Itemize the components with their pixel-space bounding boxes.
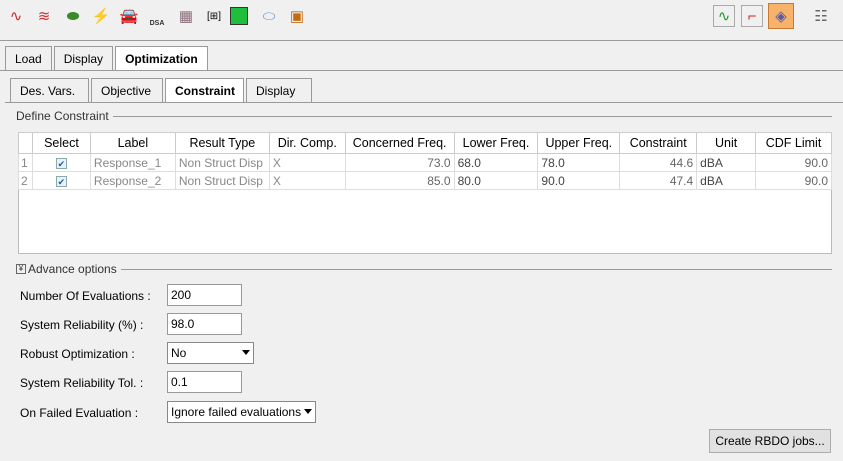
row-number: 1	[18, 153, 33, 172]
lower-freq-cell[interactable]: 68.0	[453, 153, 539, 172]
select-cell[interactable]: ✔	[31, 153, 91, 172]
chevron-down-icon	[242, 350, 250, 355]
select-checkbox[interactable]: ✔	[55, 175, 67, 187]
main-tabs: Load Display Optimization	[5, 46, 210, 70]
header-concerned-freq[interactable]: Concerned Freq.	[344, 132, 455, 154]
tab-load[interactable]: Load	[5, 46, 52, 70]
database-icon[interactable]: ☷	[810, 5, 832, 27]
select-cell[interactable]: ✔	[31, 171, 91, 190]
failed-evaluation-select[interactable]: Ignore failed evaluations	[167, 401, 316, 423]
advance-options-toggle[interactable]: ¥ Advance options	[16, 262, 121, 276]
system-reliability-label: System Reliability (%) :	[20, 318, 144, 332]
header-lower-freq[interactable]: Lower Freq.	[453, 132, 539, 154]
select-checkbox[interactable]: ✔	[55, 157, 67, 169]
advance-line	[18, 269, 832, 270]
tab-des-vars[interactable]: Des. Vars.	[10, 78, 89, 102]
peak-icon[interactable]: ≋	[33, 5, 55, 27]
cube-split-icon[interactable]: ▣	[286, 5, 308, 27]
constraint-cell[interactable]: 44.6	[619, 153, 698, 172]
constraint-table: Select Label Result Type Dir. Comp. Conc…	[18, 132, 832, 190]
header-select[interactable]: Select	[31, 132, 91, 154]
panel-icon[interactable]: ▦	[175, 5, 197, 27]
dir-comp-cell[interactable]: X	[268, 153, 346, 172]
robust-optimization-value: No	[171, 346, 187, 360]
header-constraint[interactable]: Constraint	[619, 132, 698, 154]
tabs-divider	[0, 70, 843, 71]
header-upper-freq[interactable]: Upper Freq.	[537, 132, 621, 154]
dsa-label: DSA	[149, 20, 165, 27]
result-type-cell[interactable]: Non Struct Disp	[174, 171, 270, 190]
tab-optimization[interactable]: Optimization	[115, 46, 208, 70]
result-type-cell[interactable]: Non Struct Disp	[174, 153, 270, 172]
tab-sub-display[interactable]: Display	[246, 78, 312, 102]
curve-icon[interactable]: ∿	[5, 5, 27, 27]
header-unit[interactable]: Unit	[696, 132, 757, 154]
num-evaluations-label: Number Of Evaluations :	[20, 289, 151, 303]
failed-evaluation-label: On Failed Evaluation :	[20, 406, 139, 420]
car-loads-icon[interactable]: 🚘	[118, 5, 140, 27]
green-plot-icon[interactable]	[230, 7, 248, 25]
concerned-freq-cell[interactable]: 85.0	[344, 171, 455, 190]
header-cdf-limit[interactable]: CDF Limit	[755, 132, 832, 154]
wave-plot-icon[interactable]: ∿	[713, 5, 735, 27]
matrix-icon[interactable]: [⊞]	[203, 5, 225, 27]
subtabs-divider	[5, 102, 843, 103]
failed-evaluation-value: Ignore failed evaluations	[171, 405, 302, 419]
tab-objective[interactable]: Objective	[91, 78, 163, 102]
row-number: 2	[18, 171, 33, 190]
row-number-header	[18, 132, 33, 154]
create-rbdo-jobs-button[interactable]: Create RBDO jobs...	[709, 429, 831, 453]
robust-optimization-select[interactable]: No	[167, 342, 254, 364]
table-row[interactable]: 1 ✔ Response_1 Non Struct Disp X 73.0 68…	[18, 153, 832, 172]
label-cell[interactable]: Response_1	[89, 153, 176, 172]
concerned-freq-cell[interactable]: 73.0	[344, 153, 455, 172]
header-label[interactable]: Label	[89, 132, 176, 154]
upper-freq-cell[interactable]: 90.0	[537, 171, 621, 190]
tab-constraint[interactable]: Constraint	[165, 78, 244, 102]
constraint-cell[interactable]: 47.4	[619, 171, 698, 190]
tab-display[interactable]: Display	[53, 46, 114, 70]
header-result-type[interactable]: Result Type	[174, 132, 270, 154]
lower-freq-cell[interactable]: 80.0	[453, 171, 539, 190]
car-model-icon[interactable]: ⬬	[62, 5, 84, 27]
sub-tabs: Des. Vars. Objective Constraint Display	[10, 78, 314, 102]
num-evaluations-input[interactable]: 200	[167, 284, 242, 306]
unit-cell[interactable]: dBA	[696, 171, 757, 190]
advance-options-title: Advance options	[28, 262, 117, 276]
cdf-limit-cell[interactable]: 90.0	[755, 153, 832, 172]
group-line	[18, 116, 832, 117]
cylinder-icon[interactable]: ⬭	[258, 5, 280, 27]
label-cell[interactable]: Response_2	[89, 171, 176, 190]
reliability-tol-input[interactable]: 0.1	[167, 371, 242, 393]
table-row[interactable]: 2 ✔ Response_2 Non Struct Disp X 85.0 80…	[18, 171, 832, 190]
toolbar: ∿ ≋ ⬬ ⚡ 🚘 DSA ▦ [⊞] ⬭ ▣ ∿ ⌐ ◈ ☷	[0, 0, 843, 41]
group-title: Define Constraint	[16, 109, 113, 123]
robust-optimization-label: Robust Optimization :	[20, 347, 135, 361]
contour-icon[interactable]: ⚡	[90, 5, 112, 27]
upper-freq-cell[interactable]: 78.0	[537, 153, 621, 172]
unit-cell[interactable]: dBA	[696, 153, 757, 172]
dir-comp-cell[interactable]: X	[268, 171, 346, 190]
cdf-limit-cell[interactable]: 90.0	[755, 171, 832, 190]
header-dir-comp[interactable]: Dir. Comp.	[268, 132, 346, 154]
growth-plot-icon[interactable]: ⌐	[741, 5, 763, 27]
reliability-tol-label: System Reliability Tol. :	[20, 376, 144, 390]
chevron-down-icon	[304, 409, 312, 414]
optimization-folder-icon[interactable]: ◈	[768, 3, 794, 29]
dsa-icon[interactable]: DSA	[146, 5, 168, 27]
system-reliability-input[interactable]: 98.0	[167, 313, 242, 335]
collapse-icon[interactable]: ¥	[16, 264, 26, 274]
